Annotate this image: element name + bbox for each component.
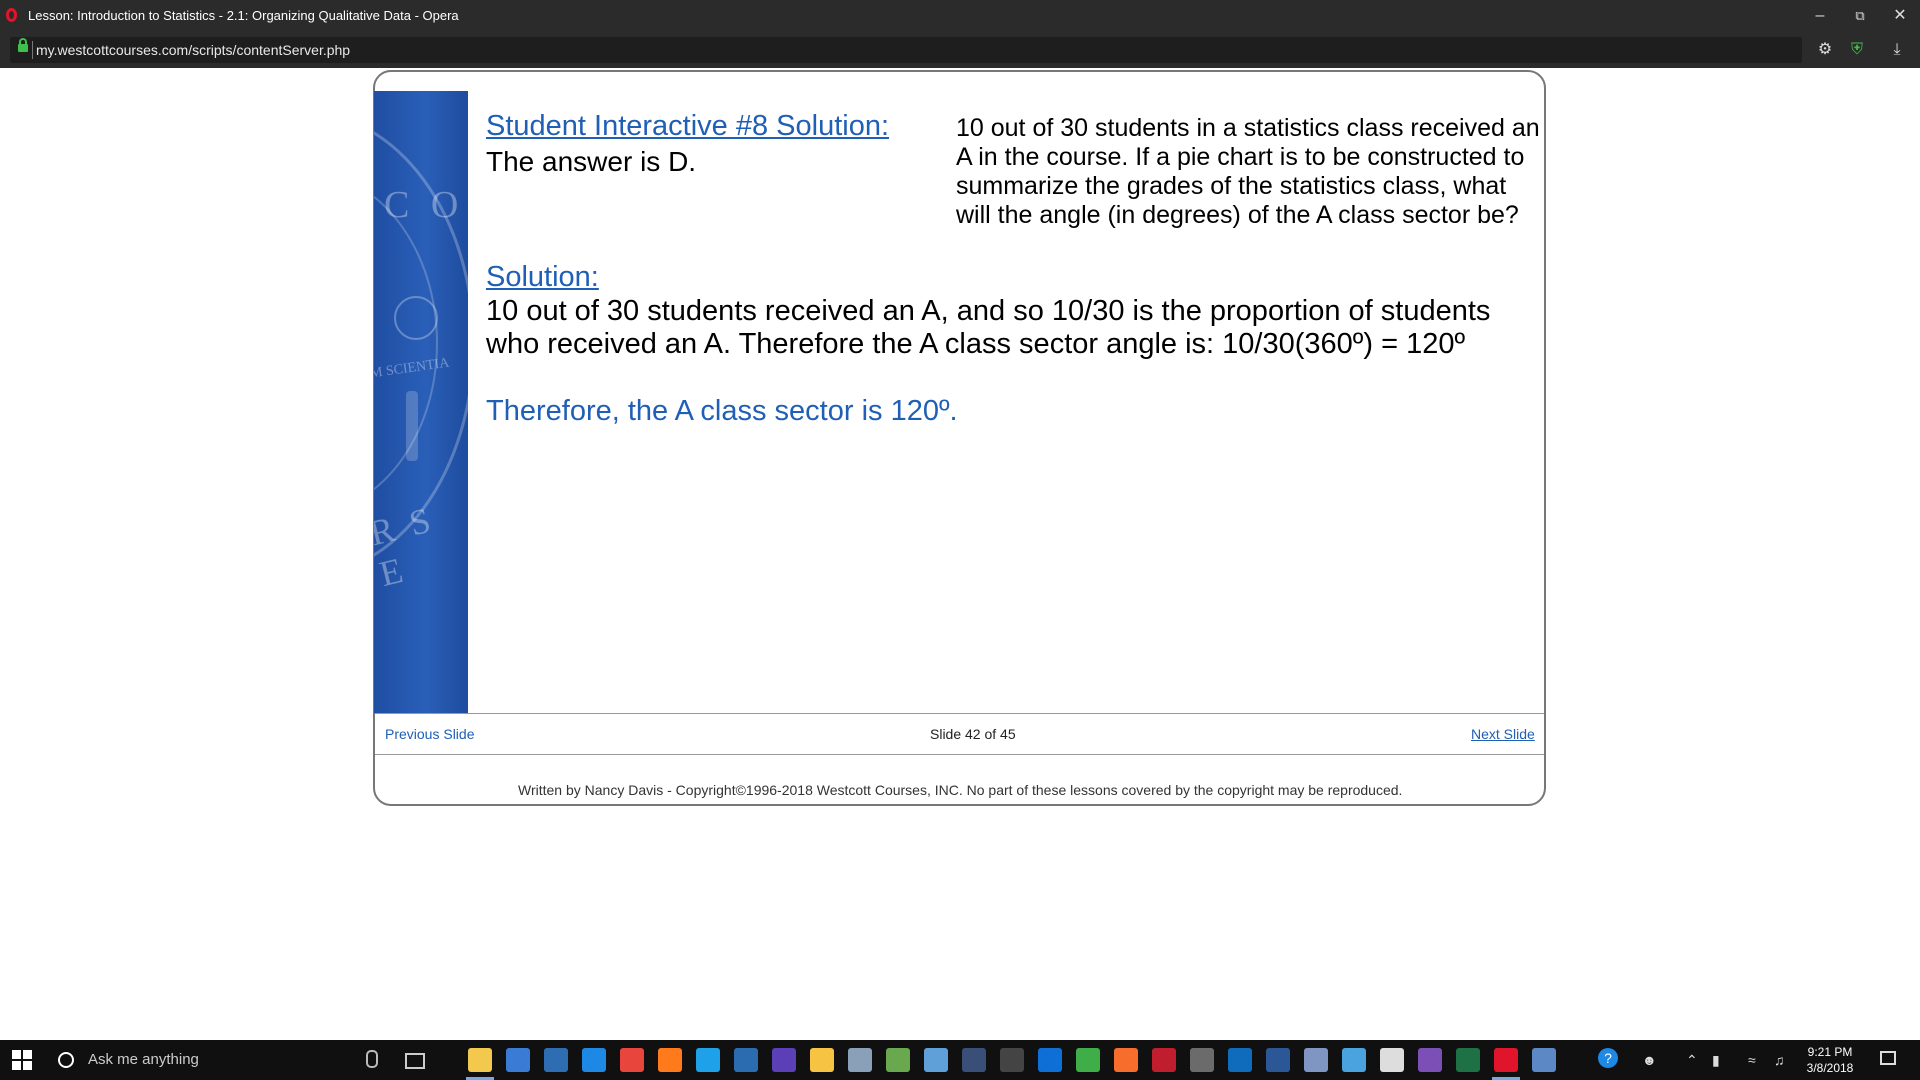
camtasia-icon[interactable] [1076,1048,1100,1072]
word-icon[interactable] [1266,1048,1290,1072]
help-icon[interactable]: ? [1598,1048,1618,1068]
download-icon[interactable]: ⤓ [1886,39,1908,61]
xampp-icon[interactable] [1114,1048,1138,1072]
volume-icon[interactable]: ♫ [1774,1052,1785,1068]
torch-icon [406,391,418,461]
taskbar-search-box[interactable]: Ask me anything [88,1051,199,1068]
clock-time: 9:21 PM [1807,1045,1853,1059]
firefox-icon[interactable] [658,1048,682,1072]
next-slide-link[interactable]: Next Slide [1471,726,1535,742]
chrome-icon[interactable] [620,1048,644,1072]
globe-icon [394,296,438,340]
app-x-icon[interactable] [544,1048,568,1072]
file-explorer-icon[interactable] [468,1048,492,1072]
solution-text: 10 out of 30 students received an A, and… [486,295,1491,360]
restore-button[interactable]: ⧉ [1840,0,1880,32]
internet-explorer-icon[interactable] [696,1048,720,1072]
visual-studio-icon[interactable] [1418,1048,1442,1072]
url-separator [32,41,33,59]
slide-heading: Student Interactive #8 Solution: [486,110,890,142]
solution-heading: Solution: [486,261,599,293]
people-icon[interactable]: ☻ [1642,1052,1657,1068]
excel-icon[interactable] [1456,1048,1480,1072]
cortana-icon[interactable] [58,1052,74,1068]
copyright-text: Written by Nancy Davis - Copyright©1996-… [518,782,1403,798]
app-network-icon[interactable] [1304,1048,1328,1072]
conclusion-text: Therefore, the A class sector is 120º. [486,395,958,427]
app-dp-icon[interactable] [772,1048,796,1072]
calculator-icon[interactable] [1000,1048,1024,1072]
answer-text: The answer is D. [486,146,697,177]
start-button[interactable] [12,1050,32,1070]
taskbar: Ask me anything ? ☻ ⌃ ▮ ≈ ♫ 9:21 PM 3/8/… [0,1040,1920,1080]
powershell-icon[interactable] [734,1048,758,1072]
microphone-icon[interactable] [366,1050,378,1068]
app-terminal-icon[interactable] [1190,1048,1214,1072]
app-star-icon[interactable] [810,1048,834,1072]
address-bar: my.westcottcourses.com/scripts/contentSe… [0,32,1920,68]
store-icon[interactable] [506,1048,530,1072]
close-button[interactable]: ✕ [1880,0,1920,32]
filezilla-icon[interactable] [1152,1048,1176,1072]
app-book-icon[interactable] [924,1048,948,1072]
app-lambda-icon[interactable] [886,1048,910,1072]
teamviewer-icon[interactable] [1038,1048,1062,1072]
task-view-button[interactable] [405,1053,425,1069]
lock-icon [18,38,28,52]
slide-counter: Slide 42 of 45 [930,726,1016,742]
mail-icon[interactable] [1380,1048,1404,1072]
nav-divider-bottom [375,754,1544,755]
app-window-icon[interactable] [1532,1048,1556,1072]
minimize-button[interactable]: – [1800,0,1840,32]
url-text[interactable]: my.westcottcourses.com/scripts/contentSe… [36,42,350,58]
window-title: Lesson: Introduction to Statistics - 2.1… [28,8,459,23]
slide-sidebar: C O M SCIENTIA R S E [374,91,468,713]
settings-icon[interactable]: ⚙ [1814,39,1836,61]
battery-icon[interactable]: ▮ [1712,1052,1720,1069]
shield-icon[interactable]: ⛨ [1846,39,1868,61]
seal-text-top: C O [384,184,465,226]
nav-divider-top [375,713,1544,714]
question-text: 10 out of 30 students in a statistics cl… [956,114,1540,229]
outlook-icon[interactable] [1228,1048,1252,1072]
app-monitor-icon[interactable] [1342,1048,1366,1072]
previous-slide-link[interactable]: Previous Slide [385,726,475,742]
opera-logo-icon [6,8,17,22]
wifi-icon[interactable]: ≈ [1748,1052,1756,1068]
url-field[interactable]: my.westcottcourses.com/scripts/contentSe… [10,37,1802,63]
edge-icon[interactable] [582,1048,606,1072]
window-titlebar: Lesson: Introduction to Statistics - 2.1… [0,0,1920,32]
app-camera-icon[interactable] [962,1048,986,1072]
clock-date: 3/8/2018 [1806,1061,1854,1075]
action-center-icon[interactable] [1880,1051,1896,1065]
app-bird-icon[interactable] [848,1048,872,1072]
opera-icon[interactable] [1494,1048,1518,1072]
taskbar-clock[interactable]: 9:21 PM 3/8/2018 [1800,1044,1860,1076]
show-hidden-icons-icon[interactable]: ⌃ [1686,1052,1698,1069]
